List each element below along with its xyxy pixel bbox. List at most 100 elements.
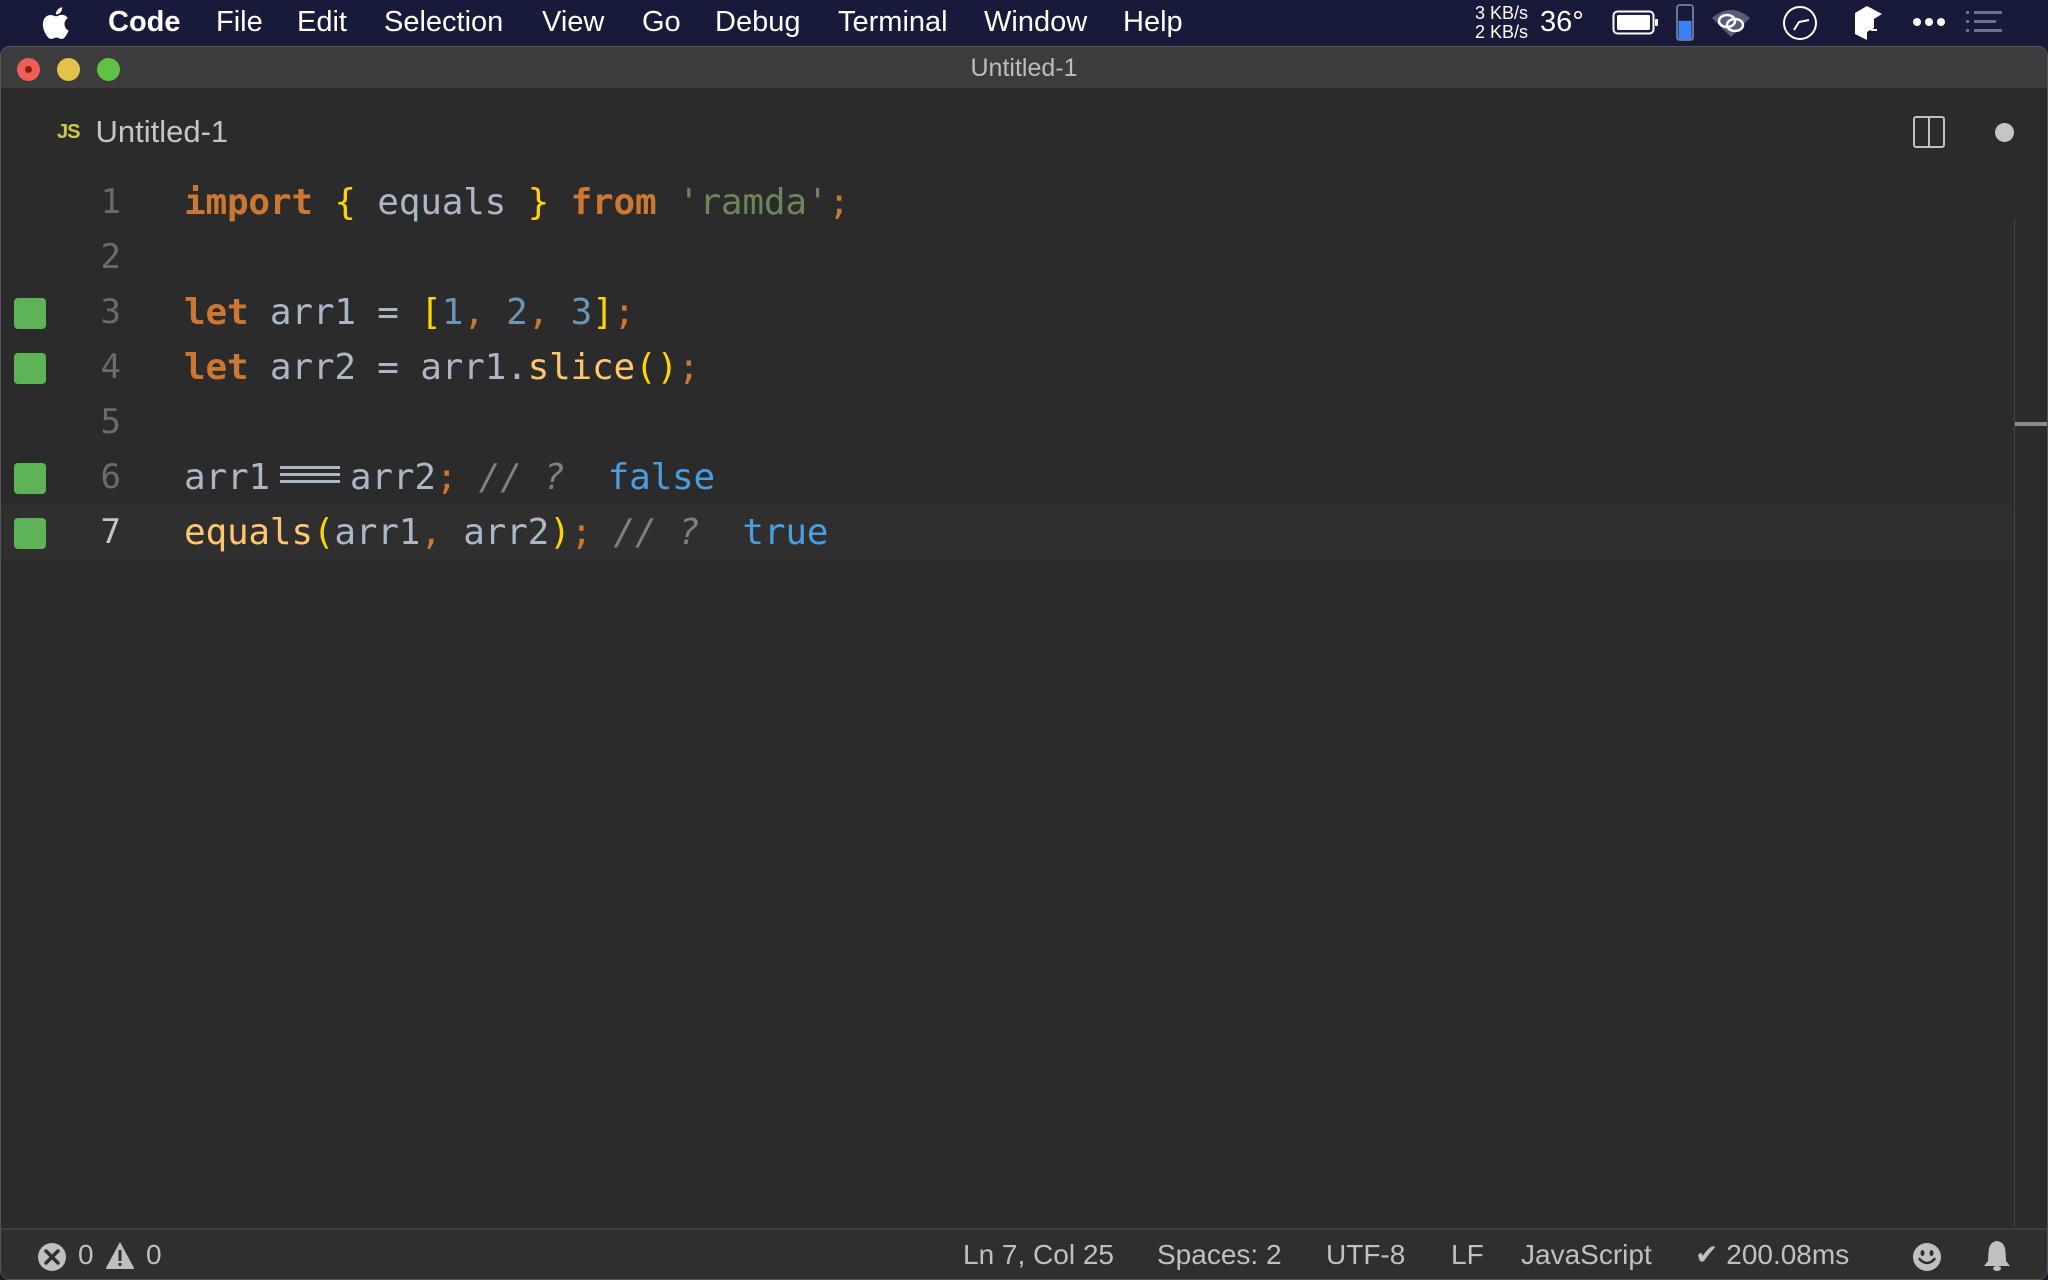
- code-line-5[interactable]: 5: [1, 395, 2013, 450]
- eol-setting[interactable]: LF: [1451, 1230, 1484, 1279]
- cursor-position[interactable]: Ln 7, Col 25: [963, 1230, 1114, 1279]
- creative-cloud-icon[interactable]: [1710, 8, 1752, 38]
- warnings-icon[interactable]: [105, 1241, 135, 1270]
- menu-view[interactable]: View: [542, 0, 604, 45]
- more-icon[interactable]: [1912, 15, 1946, 29]
- code-text: equals(arr1, arr2); // ? true: [184, 505, 828, 560]
- identifier: arr1: [184, 457, 270, 498]
- menu-edit[interactable]: Edit: [297, 0, 347, 45]
- quokka-coverage-marker: [14, 463, 46, 494]
- menu-go[interactable]: Go: [642, 0, 681, 45]
- temperature-readout[interactable]: 36°: [1540, 0, 1584, 45]
- dropbox-icon[interactable]: [1854, 5, 1884, 41]
- line-number: 3: [100, 292, 121, 332]
- code-line-2[interactable]: 2: [1, 230, 2013, 285]
- identifier: arr2: [463, 512, 550, 553]
- identifier-equals: equals: [355, 182, 528, 223]
- keyword-from: from: [570, 182, 657, 223]
- feedback-smiley-icon[interactable]: [1912, 1242, 1942, 1272]
- menu-help[interactable]: Help: [1123, 0, 1183, 45]
- identifier: arr1: [334, 512, 421, 553]
- identifier: arr2 = arr1.: [248, 347, 528, 388]
- identifier: arr1 =: [248, 292, 421, 333]
- menu-debug[interactable]: Debug: [715, 0, 800, 45]
- keyword-let: let: [184, 347, 249, 388]
- overview-ruler-cursor[interactable]: [2015, 422, 2047, 426]
- memory-gauge-icon[interactable]: [1676, 4, 1694, 41]
- paren-open: (: [312, 512, 335, 553]
- semicolon: ;: [570, 512, 593, 553]
- clock-icon[interactable]: [1782, 5, 1818, 41]
- code-editor[interactable]: 1 import { equals } from 'ramda'; 2 3 le…: [1, 175, 2047, 1228]
- comma: ,: [527, 292, 571, 333]
- code-line-1[interactable]: 1 import { equals } from 'ramda';: [1, 175, 2013, 230]
- bracket-close: ]: [592, 292, 614, 333]
- battery-icon[interactable]: [1612, 10, 1660, 35]
- editor-tab-bar: JS Untitled-1: [1, 89, 2047, 175]
- control-center-list-icon[interactable]: [1966, 11, 2004, 34]
- paren-close: ): [549, 512, 571, 553]
- code-text: import { equals } from 'ramda';: [184, 175, 850, 230]
- brace-close: }: [527, 182, 550, 223]
- apple-logo-icon[interactable]: [40, 6, 70, 40]
- identifier: arr2: [349, 457, 436, 498]
- tab-untitled-1[interactable]: JS Untitled-1: [57, 109, 228, 155]
- notifications-bell-icon[interactable]: [1983, 1240, 2011, 1272]
- semicolon: ;: [828, 182, 850, 223]
- menu-selection[interactable]: Selection: [384, 0, 503, 45]
- errors-icon[interactable]: [37, 1242, 67, 1272]
- paren-close: ): [656, 347, 678, 388]
- line-number: 5: [100, 402, 121, 442]
- semicolon: ;: [677, 347, 700, 388]
- error-count[interactable]: 0: [78, 1230, 94, 1279]
- status-bar: 0 0 Ln 7, Col 25 Spaces: 2 UTF-8 LF Java…: [1, 1228, 2047, 1279]
- line-number: 2: [100, 237, 121, 277]
- paren-open: (: [634, 347, 657, 388]
- code-text: let arr2 = arr1.slice();: [184, 340, 700, 395]
- network-speed-widget[interactable]: 3 KB/s 2 KB/s: [1466, 4, 1528, 42]
- language-mode[interactable]: JavaScript: [1521, 1230, 1652, 1279]
- minimap-border: [2014, 219, 2015, 1227]
- strict-equality-ligature: [279, 466, 340, 484]
- code-line-6[interactable]: 6 arr1 arr2; // ? false: [1, 450, 2013, 505]
- semicolon: ;: [613, 292, 636, 333]
- code-line-3[interactable]: 3 let arr1 = [1, 2, 3];: [1, 285, 2013, 340]
- quokka-coverage-marker: [14, 518, 46, 549]
- javascript-file-icon: JS: [57, 120, 80, 143]
- warning-count[interactable]: 0: [146, 1230, 162, 1279]
- code-text: let arr1 = [1, 2, 3];: [184, 285, 635, 340]
- menu-window[interactable]: Window: [984, 0, 1087, 45]
- number-literal: 2: [506, 292, 528, 333]
- inline-result-value: false: [607, 457, 716, 498]
- method-slice: slice: [527, 347, 636, 388]
- keyword-let: let: [184, 292, 249, 333]
- comma: ,: [463, 292, 507, 333]
- inline-result-value: true: [742, 512, 829, 553]
- quokka-coverage-marker: [14, 298, 46, 329]
- quokka-timing[interactable]: ✔ 200.08ms: [1695, 1230, 1849, 1279]
- code-text: arr1 arr2; // ? false: [184, 450, 715, 505]
- string-literal: 'ramda': [677, 182, 829, 223]
- quokka-comment: // ?: [457, 457, 608, 498]
- number-literal: 3: [570, 292, 593, 333]
- code-line-7[interactable]: 7 equals(arr1, arr2); // ? true: [1, 505, 2013, 560]
- menu-file[interactable]: File: [216, 0, 263, 45]
- encoding-setting[interactable]: UTF-8: [1326, 1230, 1405, 1279]
- bracket-open: [: [420, 292, 442, 333]
- comma: ,: [420, 512, 464, 553]
- line-number: 1: [100, 182, 121, 222]
- tab-label: Untitled-1: [95, 114, 229, 149]
- split-editor-icon[interactable]: [1913, 116, 1945, 148]
- menu-terminal[interactable]: Terminal: [838, 0, 948, 45]
- code-line-4[interactable]: 4 let arr2 = arr1.slice();: [1, 340, 2013, 395]
- unsaved-changes-dot-icon[interactable]: [1995, 123, 2014, 142]
- vscode-window: Untitled-1 JS Untitled-1 1 import { equa…: [0, 46, 2048, 1280]
- window-titlebar[interactable]: Untitled-1: [1, 47, 2047, 89]
- function-equals: equals: [184, 512, 313, 553]
- menu-app-code[interactable]: Code: [108, 0, 181, 45]
- indentation-setting[interactable]: Spaces: 2: [1157, 1230, 1282, 1279]
- semicolon: ;: [435, 457, 458, 498]
- net-upload-speed: 3 KB/s: [1474, 3, 1528, 23]
